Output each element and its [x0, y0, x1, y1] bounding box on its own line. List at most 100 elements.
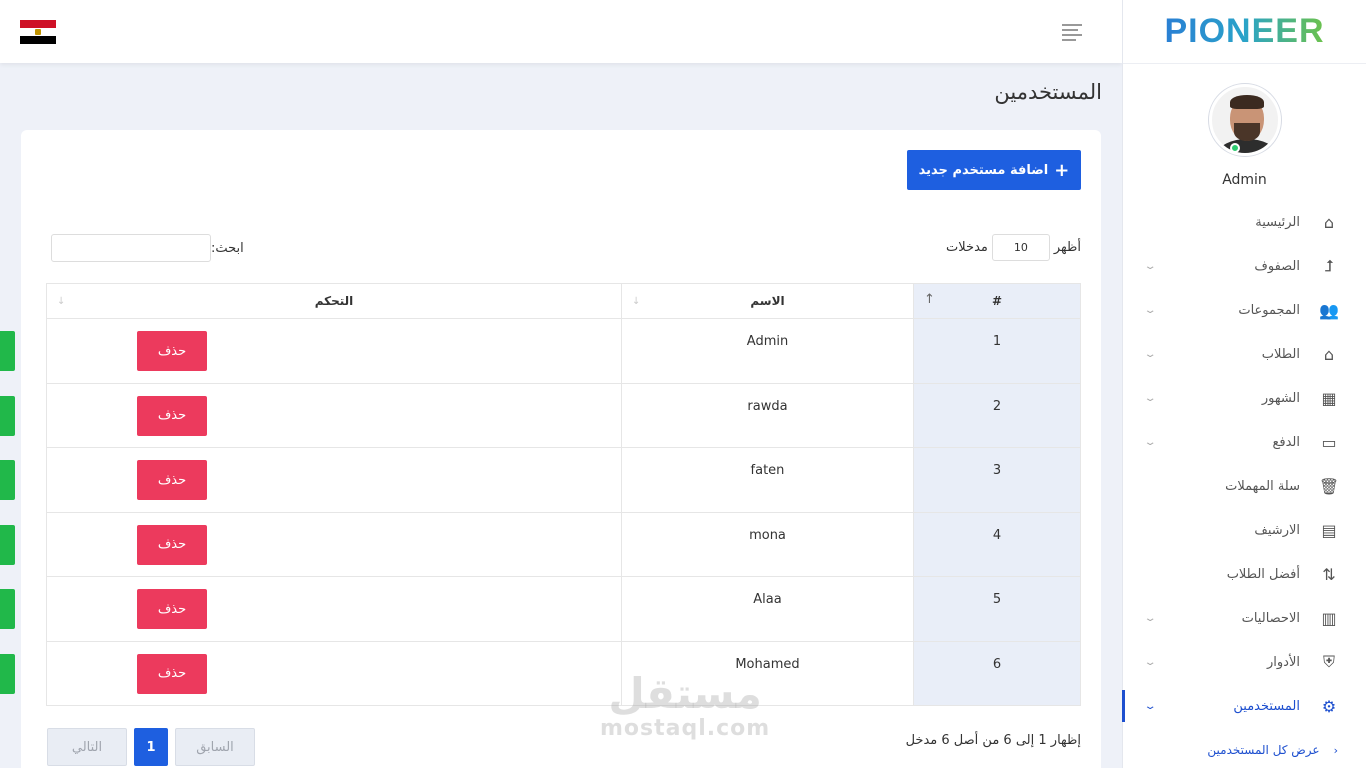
sidebar-item[interactable]: ⇅ أفضل الطلاب: [1122, 552, 1366, 596]
users-card: + اضافة مستخدم جديد أظهر 10 مدخلات ابحث:…: [0, 130, 1101, 768]
edit-button[interactable]: تعديل: [0, 524, 15, 565]
top-bar: [0, 0, 1122, 63]
pagination: التالي 1 السابق: [47, 728, 255, 766]
sidebar-item[interactable]: 👥 المجموعات ⌄: [1122, 288, 1366, 332]
cell-name: faten: [621, 447, 914, 513]
edit-button[interactable]: تعديل: [0, 331, 15, 371]
delete-button[interactable]: حذف: [137, 589, 207, 629]
chevron-down-icon: ⌄: [1143, 304, 1157, 316]
chevron-down-icon: ⌄: [1143, 260, 1157, 272]
sidebar-item-label: سلة المهملات: [1225, 478, 1300, 494]
delete-button[interactable]: حذف: [137, 524, 207, 565]
sidebar-item-label: الصفوف: [1254, 258, 1300, 274]
delete-button[interactable]: حذف: [137, 653, 207, 694]
cell-name: rawda: [621, 382, 914, 448]
sidebar-item-label: الأدوار: [1267, 654, 1300, 670]
brand-logo[interactable]: PIONEER: [1123, 0, 1366, 64]
sidebar-item-label: أفضل الطلاب: [1226, 566, 1300, 582]
submenu-label: عرض كل المستخدمين: [1207, 743, 1320, 757]
cell-index: 3: [913, 447, 1081, 513]
calendar-icon: ▦: [1321, 388, 1337, 408]
column-header-name[interactable]: الاسم ↓: [621, 283, 914, 319]
sidebar-item-label: المجموعات: [1238, 302, 1300, 318]
sidebar-item[interactable]: ⌂ الطلاب ⌄: [1122, 332, 1366, 376]
column-header-index[interactable]: # ↑: [913, 283, 1081, 319]
online-status-icon: [1230, 143, 1240, 153]
chevron-down-icon: ⌄: [1143, 700, 1157, 712]
chevron-down-icon: ⌄: [1143, 348, 1157, 360]
sidebar-item[interactable]: ⌂ الرئيسية: [1122, 200, 1366, 244]
cell-index: 4: [913, 511, 1081, 577]
avatar[interactable]: [1208, 84, 1281, 156]
edit-button[interactable]: تعديل: [0, 653, 15, 694]
column-header-control[interactable]: التحكم ↓: [46, 283, 622, 319]
cell-index: 1: [913, 318, 1081, 384]
sidebar: PIONEER Admin ⌂ الرئيسية ⮥ الصفوف ⌄ 👥 المجموعا…: [1122, 0, 1366, 768]
sidebar-item[interactable]: 🗑 سلة المهملات: [1122, 464, 1366, 508]
cell-control: تعديل حذف: [0, 318, 622, 384]
sidebar-item-label: المستخدمين: [1233, 698, 1300, 714]
cell-index: 5: [913, 576, 1081, 642]
search: ابحث:: [51, 234, 244, 262]
cell-index: 2: [913, 382, 1081, 448]
sort-icon: ↓: [57, 296, 66, 307]
search-input[interactable]: [51, 234, 211, 262]
watermark: مستقل mostaql.com: [600, 669, 771, 742]
archive-icon: ▤: [1321, 520, 1337, 540]
sort-icon: ↓: [632, 296, 641, 307]
cell-name: Admin: [621, 318, 914, 384]
bar-chart-icon: ▥: [1321, 608, 1337, 628]
submenu-item-all-users[interactable]: ‹ عرض كل المستخدمين: [1122, 728, 1366, 768]
sidebar-item[interactable]: ⚙ المستخدمين ⌄: [1122, 684, 1366, 728]
delete-button[interactable]: حذف: [137, 460, 207, 500]
sidebar-item[interactable]: ⮥ الصفوف ⌄: [1122, 244, 1366, 288]
chevron-down-icon: ⌄: [1143, 656, 1157, 668]
payment-card-icon: ▭: [1321, 432, 1337, 452]
sidebar-item[interactable]: ▤ الارشيف: [1122, 508, 1366, 552]
sidebar-item[interactable]: ▭ الدفع ⌄: [1122, 420, 1366, 464]
sidebar-item[interactable]: ▥ الاحصاليات ⌄: [1122, 596, 1366, 640]
cell-control: تعديل حذف: [0, 511, 622, 577]
plus-icon: +: [1054, 159, 1070, 181]
sidebar-item-label: الدفع: [1272, 434, 1300, 450]
sidebar-item-label: الشهور: [1261, 390, 1300, 406]
trash-icon: 🗑: [1318, 476, 1340, 496]
table-row: 4mona تعديل حذف: [0, 511, 1081, 577]
sidebar-item[interactable]: ▦ الشهور ⌄: [1122, 376, 1366, 420]
next-page-button[interactable]: التالي: [47, 728, 127, 766]
search-label: ابحث:: [211, 240, 244, 256]
table-row: 2rawda تعديل حذف: [0, 382, 1081, 448]
table-row: 6Mohamedتعديلحذف: [0, 640, 1081, 706]
table-row: 5Alaa تعديل حذف: [0, 576, 1081, 642]
menu-toggle-icon[interactable]: [1062, 24, 1082, 44]
delete-button[interactable]: حذف: [137, 395, 207, 436]
page-title: المستخدمين: [994, 80, 1102, 104]
sort-numeric-icon: ⇅: [1322, 564, 1336, 584]
chevron-down-icon: ⌄: [1143, 436, 1157, 448]
sidebar-item-label: الارشيف: [1254, 522, 1300, 538]
cell-control: تعديل حذف: [0, 447, 622, 513]
users-table: #↑ الاسم↓ التحكم↓ 1Adminتعديلحذف2rawdaتع…: [0, 283, 1081, 706]
profile: Admin: [1123, 64, 1366, 188]
table-info: إظهار 1 إلى 6 من أصل 6 مدخل: [905, 733, 1081, 748]
cell-control: تعديل حذف: [0, 640, 622, 706]
edit-button[interactable]: تعديل: [0, 395, 15, 436]
previous-page-button[interactable]: السابق: [175, 728, 255, 766]
users-group-icon: 👥: [1319, 300, 1339, 320]
delete-button[interactable]: حذف: [137, 331, 207, 371]
edit-button[interactable]: تعديل: [0, 589, 15, 629]
edit-button[interactable]: تعديل: [0, 460, 15, 500]
cell-index: 6: [913, 640, 1081, 706]
sidebar-item[interactable]: ⛨ الأدوار ⌄: [1122, 640, 1366, 684]
sidebar-menu: ⌂ الرئيسية ⮥ الصفوف ⌄ 👥 المجموعات ⌄ ⌂ الطلاب ⌄ ▦ الش…: [1122, 200, 1366, 768]
level-up-icon: ⮥: [1324, 256, 1334, 275]
home-icon: ⌂: [1323, 212, 1335, 232]
entries-select[interactable]: 10: [991, 234, 1050, 261]
current-page-button[interactable]: 1: [134, 728, 168, 766]
add-user-button[interactable]: + اضافة مستخدم جديد: [907, 150, 1081, 190]
sidebar-item-label: الطلاب: [1261, 346, 1300, 362]
user-shield-icon: ⛨: [1323, 652, 1336, 671]
cell-name: Alaa: [621, 576, 914, 642]
entries-length: أظهر 10 مدخلات: [946, 234, 1081, 261]
egypt-flag-icon[interactable]: [20, 20, 56, 44]
